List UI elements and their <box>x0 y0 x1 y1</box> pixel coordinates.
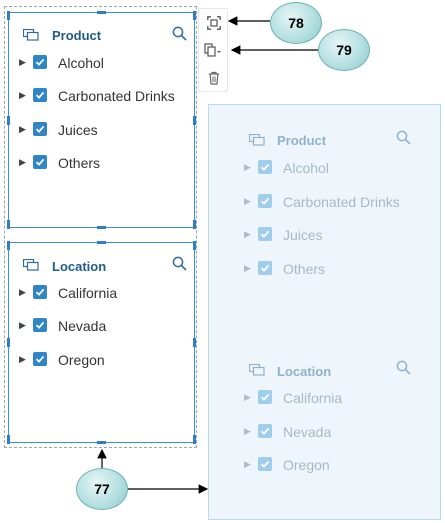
callout-label: 77 <box>94 481 110 497</box>
callout-78: 78 <box>270 2 322 44</box>
callout-label: 79 <box>336 42 352 58</box>
callout-label: 78 <box>288 15 304 31</box>
callout-77: 77 <box>76 468 128 510</box>
callout-79: 79 <box>318 29 370 71</box>
callout-arrows <box>97 16 318 494</box>
